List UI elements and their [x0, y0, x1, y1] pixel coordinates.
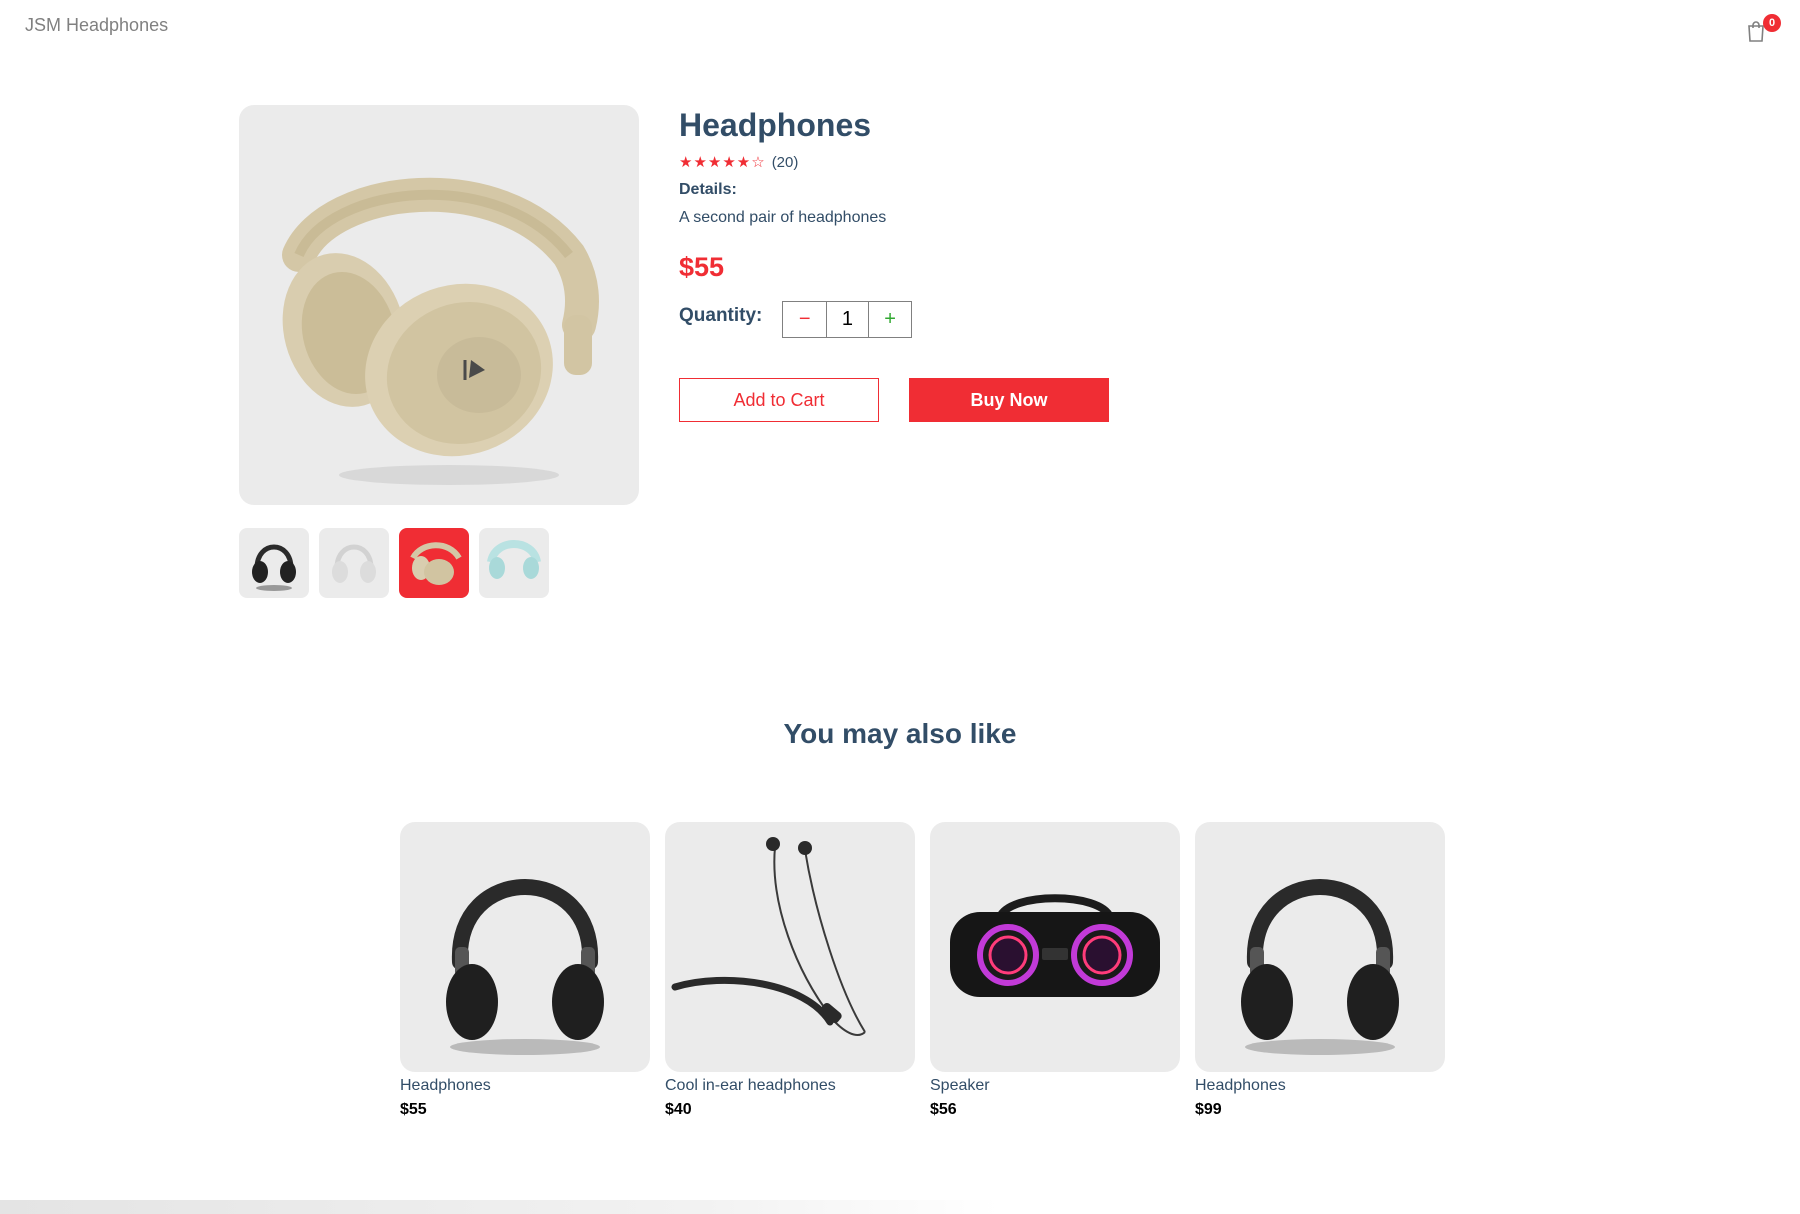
quantity-stepper: − 1 +	[782, 301, 913, 338]
product-card[interactable]: Speaker $56	[930, 822, 1180, 1119]
navbar: JSM Headphones 0	[0, 0, 1800, 52]
logo-link[interactable]: JSM Headphones	[25, 15, 168, 36]
product-card-price: $40	[665, 1101, 692, 1118]
buy-now-button[interactable]: Buy Now	[909, 378, 1109, 422]
speaker-image	[950, 894, 1160, 997]
black-headphones-image	[1241, 879, 1399, 1055]
product-card-price: $55	[400, 1101, 427, 1118]
product-main-image	[239, 105, 639, 505]
black-headphones-thumb-image	[252, 544, 296, 591]
review-count: (20)	[771, 153, 799, 171]
thumbnail-black-headphones[interactable]	[239, 528, 309, 598]
cart-button[interactable]: 0	[1746, 14, 1781, 42]
action-buttons: Add to Cart Buy Now	[679, 378, 1279, 422]
product-card[interactable]: Cool in-ear headphones $40	[665, 822, 915, 1119]
product-reviews: ★★★★★☆ (20)	[679, 153, 1279, 172]
thumbnail-white-headphones[interactable]	[319, 528, 389, 598]
beige-headphones-image	[282, 177, 599, 485]
decrease-quantity-button[interactable]: −	[783, 302, 826, 337]
rating-stars-icon: ★★★★★☆	[679, 154, 766, 171]
thumbnail-beige-headphones[interactable]	[399, 528, 469, 598]
beige-headphones-thumb-image	[410, 542, 462, 585]
product-details: Headphones ★★★★★☆ (20) Details: A second…	[679, 105, 1279, 422]
product-title: Headphones	[679, 107, 872, 143]
black-headphones-image	[446, 879, 604, 1055]
product-card-image	[665, 822, 915, 1072]
quantity-value: 1	[826, 302, 869, 337]
product-card-name: Headphones	[1195, 1077, 1286, 1094]
product-card-image	[930, 822, 1180, 1072]
details-text: A second pair of headphones	[679, 209, 887, 226]
product-price: $55	[679, 252, 725, 282]
recommended-products: Headphones $55 Cool in-ear headphones $4…	[400, 822, 1445, 1119]
page-bottom-shadow	[0, 1200, 1000, 1214]
cart-count-badge: 0	[1763, 14, 1781, 32]
product-card[interactable]: Headphones $55	[400, 822, 650, 1119]
quantity-section: Quantity: − 1 +	[679, 301, 1279, 338]
white-headphones-thumb-image	[332, 544, 376, 583]
thumbnail-mint-headphones[interactable]	[479, 528, 549, 598]
product-card-image	[400, 822, 650, 1072]
product-card-price: $56	[930, 1101, 957, 1118]
neckband-earphones-image	[671, 837, 866, 1036]
product-card-name: Speaker	[930, 1077, 990, 1094]
increase-quantity-button[interactable]: +	[869, 302, 912, 337]
quantity-label: Quantity:	[679, 305, 763, 326]
details-label: Details:	[679, 181, 737, 198]
mint-headphones-thumb-image	[487, 540, 541, 579]
thumbnail-gallery	[239, 528, 549, 598]
add-to-cart-button[interactable]: Add to Cart	[679, 378, 879, 422]
product-card-image	[1195, 822, 1445, 1072]
product-card-name: Headphones	[400, 1077, 491, 1094]
product-card[interactable]: Headphones $99	[1195, 822, 1445, 1119]
product-card-name: Cool in-ear headphones	[665, 1077, 836, 1094]
also-like-title: You may also like	[783, 718, 1017, 749]
product-card-price: $99	[1195, 1101, 1222, 1118]
